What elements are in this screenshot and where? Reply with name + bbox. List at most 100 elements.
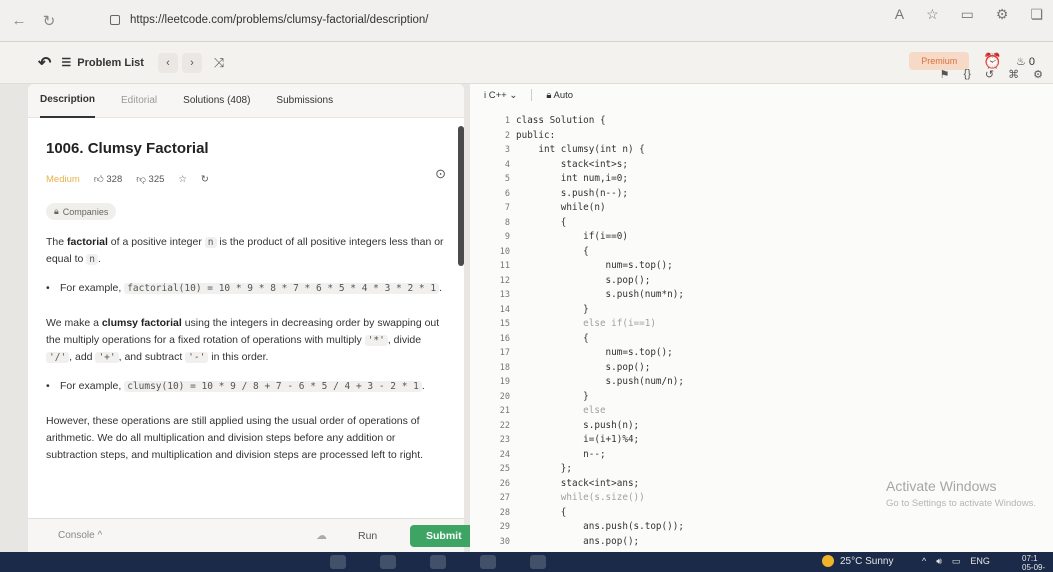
console-toggle[interactable]: Console ^ bbox=[58, 530, 102, 541]
description-scrollbar[interactable] bbox=[458, 126, 464, 266]
code-line[interactable]: 12 s.pop(); bbox=[470, 274, 1053, 289]
tab-editorial[interactable]: Editorial bbox=[121, 84, 157, 118]
share-icon[interactable]: ↻ bbox=[201, 174, 209, 185]
tab-submissions[interactable]: Submissions bbox=[276, 84, 333, 118]
code-line[interactable]: 19 s.push(num/n); bbox=[470, 375, 1053, 390]
taskbar-app-icon[interactable] bbox=[430, 555, 446, 569]
next-problem-icon[interactable]: › bbox=[181, 52, 202, 73]
code-line[interactable]: 7 while(n) bbox=[470, 201, 1053, 216]
autocomplete-toggle[interactable]: 🔒︎ Auto bbox=[546, 90, 573, 101]
problem-pager: ‹ › bbox=[157, 52, 202, 73]
line-code: public: bbox=[516, 129, 556, 141]
code-line[interactable]: 18 s.pop(); bbox=[470, 361, 1053, 376]
line-code: else if(i==1) bbox=[516, 318, 656, 329]
url-text: https://leetcode.com/problems/clumsy-fac… bbox=[130, 14, 429, 26]
volume-icon[interactable]: 🔊︎ bbox=[936, 556, 942, 567]
code-line[interactable]: 3 int clumsy(int n) { bbox=[470, 143, 1053, 158]
inline-code: n bbox=[86, 254, 99, 265]
taskbar-app-icon[interactable] bbox=[530, 555, 546, 569]
code-line[interactable]: 10 { bbox=[470, 245, 1053, 260]
code-line[interactable]: 30 ans.pop(); bbox=[470, 535, 1053, 550]
favorite-star-icon[interactable]: ☆ bbox=[926, 6, 939, 23]
collections-icon[interactable]: ❏ bbox=[1030, 6, 1043, 23]
tab-description[interactable]: Description bbox=[40, 84, 96, 118]
code-line[interactable]: 17 num=s.top(); bbox=[470, 346, 1053, 361]
problem-list-label: Problem List bbox=[77, 56, 144, 69]
language-indicator[interactable]: ENG bbox=[970, 556, 990, 567]
code-line[interactable]: 1 class Solution { bbox=[470, 114, 1053, 129]
line-number: 14 bbox=[499, 304, 510, 315]
code-line[interactable]: 20 } bbox=[470, 390, 1053, 405]
shortcut-icon[interactable]: ⌘ bbox=[1008, 68, 1019, 81]
upload-icon[interactable]: ☁ bbox=[316, 529, 327, 542]
companies-tag[interactable]: 🔒︎ Companies bbox=[46, 203, 117, 220]
taskbar-clock[interactable]: 07:1 05-09- bbox=[1022, 554, 1045, 572]
code-line[interactable]: 13 s.push(num*n); bbox=[470, 288, 1053, 303]
code-line[interactable]: 6 s.push(n--); bbox=[470, 187, 1053, 202]
code-line[interactable]: 9 if(i==0) bbox=[470, 230, 1053, 245]
submit-button[interactable]: Submit bbox=[410, 524, 478, 547]
taskbar-app-icon[interactable] bbox=[480, 555, 496, 569]
line-number: 2 bbox=[504, 130, 510, 141]
braces-icon[interactable]: {} bbox=[964, 68, 971, 81]
bold-term: factorial bbox=[67, 236, 108, 248]
chevron-down-icon: ⌄ bbox=[509, 89, 518, 101]
read-aloud-icon[interactable]: A bbox=[895, 6, 904, 23]
run-button[interactable]: Run bbox=[346, 526, 389, 546]
leetcode-logo-icon[interactable]: ↶ bbox=[38, 53, 51, 73]
code-line[interactable]: 24 n--; bbox=[470, 448, 1053, 463]
battery-icon[interactable]: ▭ bbox=[952, 556, 961, 567]
line-number: 29 bbox=[499, 522, 510, 532]
language-select[interactable]: i C++ ⌄ bbox=[484, 90, 517, 101]
line-code: { bbox=[516, 506, 567, 518]
code-line[interactable]: 22 s.push(n); bbox=[470, 419, 1053, 434]
code-line[interactable]: 23 i=(i+1)%4; bbox=[470, 433, 1053, 448]
taskbar-app-icon[interactable] bbox=[330, 555, 346, 569]
favorite-icon[interactable]: ☆ bbox=[178, 174, 187, 185]
streak-counter[interactable]: ♨ 0 bbox=[1016, 55, 1035, 68]
code-line[interactable]: 14 } bbox=[470, 303, 1053, 318]
code-line[interactable]: 4 stack<int>s; bbox=[470, 158, 1053, 173]
line-number: 23 bbox=[499, 435, 510, 445]
code-line[interactable]: 11 num=s.top(); bbox=[470, 259, 1053, 274]
address-bar[interactable]: https://leetcode.com/problems/clumsy-fac… bbox=[96, 8, 856, 32]
code-line[interactable]: 29 ans.push(s.top()); bbox=[470, 520, 1053, 535]
split-screen-icon[interactable]: ▭ bbox=[961, 6, 974, 23]
list-icon: ☰ bbox=[61, 57, 72, 69]
code-line[interactable]: 21 else bbox=[470, 404, 1053, 419]
chevron-up-icon[interactable]: ^ bbox=[922, 556, 926, 567]
tab-solutions[interactable]: Solutions (408) bbox=[183, 84, 250, 118]
code-line[interactable]: 5 int num,i=0; bbox=[470, 172, 1053, 187]
problem-list-button[interactable]: ☰ Problem List bbox=[61, 56, 144, 70]
streak-count: 0 bbox=[1028, 55, 1035, 68]
bookmark-icon[interactable]: ⚑ bbox=[940, 68, 950, 81]
back-icon[interactable]: ← bbox=[8, 10, 30, 32]
taskbar-app-icon[interactable] bbox=[380, 555, 396, 569]
lock-icon: 🔒︎ bbox=[54, 206, 59, 216]
line-code: s.push(n--); bbox=[516, 187, 628, 199]
line-code: while(s.size()) bbox=[516, 492, 645, 503]
settings-icon[interactable]: ⚙ bbox=[1033, 68, 1043, 81]
timer-icon[interactable]: ⊙ bbox=[435, 166, 446, 182]
code-line[interactable]: 16 { bbox=[470, 332, 1053, 347]
like-button[interactable]: 👍︎ 328 bbox=[94, 173, 122, 185]
shuffle-icon[interactable]: ⤨ bbox=[214, 55, 224, 71]
flame-icon: ♨ bbox=[1015, 55, 1026, 68]
refresh-icon[interactable]: ↻ bbox=[38, 10, 60, 32]
dislike-button[interactable]: 👎︎ 325 bbox=[136, 173, 164, 185]
weather-widget[interactable]: 25°C Sunny bbox=[822, 555, 893, 567]
code-line[interactable]: 8 { bbox=[470, 216, 1053, 231]
reset-icon[interactable]: ↺ bbox=[985, 68, 994, 81]
lock-icon: 🔒︎ bbox=[546, 89, 552, 101]
text: For example, bbox=[60, 380, 125, 392]
inline-code: clumsy(10) = 10 * 9 / 8 + 7 - 6 * 5 / 4 … bbox=[124, 381, 422, 392]
code-line[interactable]: 2 public: bbox=[470, 129, 1053, 144]
page-info-icon[interactable] bbox=[110, 15, 120, 25]
example-bullet-2: For example, clumsy(10) = 10 * 9 / 8 + 7… bbox=[46, 378, 446, 395]
prev-problem-icon[interactable]: ‹ bbox=[157, 52, 178, 73]
code-line[interactable]: 15 else if(i==1) bbox=[470, 317, 1053, 332]
extensions-icon[interactable]: ⚙ bbox=[996, 6, 1009, 23]
code-line[interactable]: 25 }; bbox=[470, 462, 1053, 477]
clock-date: 05-09- bbox=[1022, 563, 1046, 572]
line-code: } bbox=[516, 390, 589, 402]
